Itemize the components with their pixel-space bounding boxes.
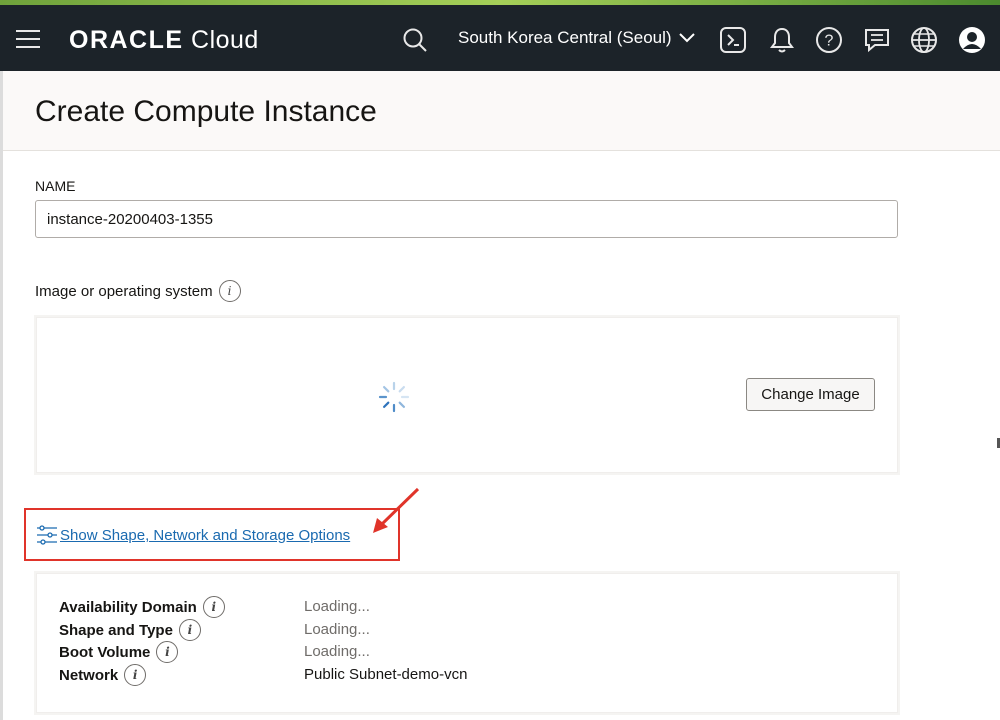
bell-icon[interactable] (767, 25, 797, 55)
logo-product: Cloud (191, 26, 259, 54)
show-options-label: Show Shape, Network and Storage Options (60, 526, 351, 544)
image-label-row: Image or operating system i (35, 280, 241, 302)
region-selector[interactable]: South Korea Central (Seoul) (458, 28, 696, 48)
detail-row-shape-and-type: Shape and Type i (59, 619, 201, 641)
detail-row-network: Network i (59, 664, 147, 686)
image-label: Image or operating system (35, 282, 213, 300)
info-icon[interactable]: i (202, 596, 225, 618)
detail-label: Network (59, 666, 119, 684)
detail-label: Shape and Type (59, 621, 173, 639)
info-icon[interactable]: i (124, 664, 147, 686)
user-icon[interactable] (957, 25, 987, 55)
create-instance-form: NAME Image or operating system i Change … (3, 151, 1000, 720)
name-label: NAME (35, 178, 76, 194)
svg-text:?: ? (825, 33, 834, 50)
loading-spinner-icon (378, 381, 410, 413)
logo-brand: ORACLE (69, 26, 184, 54)
annotation-arrow-icon (373, 487, 420, 533)
detail-value: Public Subnet-demo-vcn (304, 666, 468, 683)
chat-icon[interactable] (862, 25, 892, 55)
info-icon[interactable]: i (218, 280, 241, 302)
page-header: Create Compute Instance (3, 71, 1000, 151)
detail-row-boot-volume: Boot Volume i (59, 641, 179, 663)
detail-label: Boot Volume (59, 643, 151, 661)
chevron-down-icon (678, 33, 695, 43)
search-icon[interactable] (400, 25, 430, 55)
info-icon[interactable]: i (156, 641, 179, 663)
help-icon[interactable]: ? (814, 25, 844, 55)
globe-icon[interactable] (909, 25, 939, 55)
detail-value: Loading... (304, 643, 370, 660)
show-shape-network-storage-options-link[interactable]: Show Shape, Network and Storage Options (36, 524, 350, 546)
name-input[interactable] (35, 200, 898, 238)
detail-value: Loading... (304, 621, 370, 638)
page-title: Create Compute Instance (35, 95, 377, 128)
oracle-cloud-logo[interactable]: ORACLE Cloud (69, 26, 259, 55)
region-label: South Korea Central (Seoul) (458, 28, 672, 47)
detail-row-availability-domain: Availability Domain i (59, 596, 225, 618)
detail-label: Availability Domain (59, 598, 197, 616)
change-image-button[interactable]: Change Image (746, 378, 875, 411)
instance-details-panel: Availability Domain i Loading... Shape an… (36, 573, 898, 713)
menu-icon[interactable] (16, 30, 40, 48)
info-icon[interactable]: i (178, 619, 201, 641)
image-panel: Change Image (36, 317, 898, 473)
top-navigation-bar: ORACLE Cloud South Korea Central (Seoul)… (0, 5, 1000, 71)
detail-value: Loading... (304, 598, 370, 615)
options-sliders-icon (37, 525, 57, 545)
cloud-shell-icon[interactable] (718, 25, 748, 55)
